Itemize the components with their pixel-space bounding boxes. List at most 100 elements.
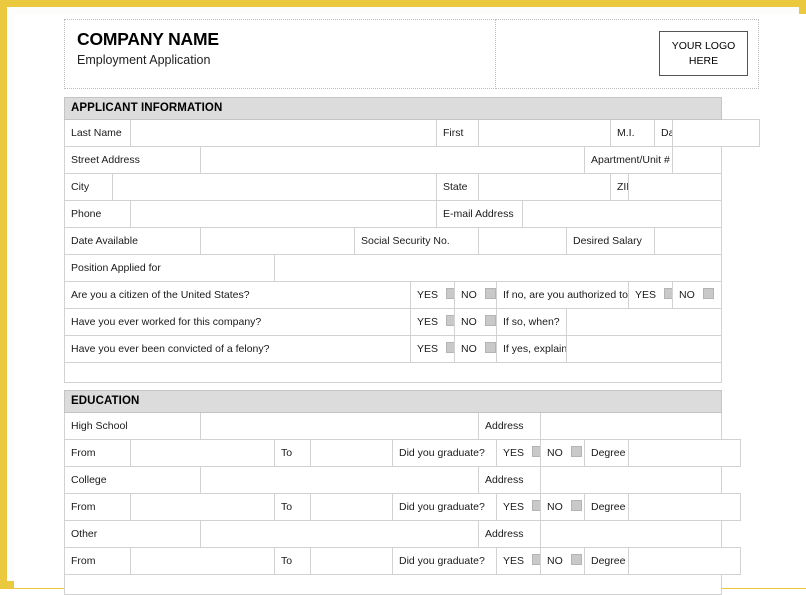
label-college-degree: Degree — [584, 492, 629, 521]
input-high-school-from[interactable] — [130, 438, 275, 467]
row-other-dates: From To Did you graduate? YES NO Degree — [64, 546, 760, 575]
header-logo-block: YOUR LOGO HERE — [495, 19, 759, 89]
work-authorization-yes-label: YES — [635, 289, 657, 301]
section-header-education: EDUCATION — [63, 389, 760, 413]
felony-no-label: NO — [461, 343, 477, 355]
checkbox-icon[interactable] — [570, 500, 582, 511]
row-question-felony: Have you ever been convicted of a felony… — [64, 334, 760, 363]
college-yes-label: YES — [503, 501, 525, 513]
input-high-school-to[interactable] — [310, 438, 393, 467]
input-state[interactable] — [478, 172, 611, 201]
input-city[interactable] — [112, 172, 437, 201]
checkbox-icon[interactable] — [532, 500, 540, 511]
label-street-address: Street Address — [64, 145, 201, 174]
row-question-citizenship: Are you a citizen of the United States? … — [64, 280, 760, 309]
input-other-from[interactable] — [130, 546, 275, 575]
input-if-so-when[interactable] — [565, 307, 723, 336]
label-high-school-graduate: Did you graduate? — [392, 438, 497, 467]
label-college-graduate: Did you graduate? — [392, 492, 497, 521]
row-high-school: High School Address — [64, 411, 760, 440]
label-other: Other — [64, 519, 201, 548]
form-grid: APPLICANT INFORMATION Last Name First M.… — [63, 89, 760, 595]
felony-no-option[interactable]: NO — [454, 334, 497, 363]
input-position-applied-for[interactable] — [273, 253, 723, 282]
row-college-dates: From To Did you graduate? YES NO Degree — [64, 492, 760, 521]
input-if-yes-explain[interactable] — [565, 334, 723, 363]
citizenship-yes-label: YES — [417, 289, 439, 301]
checkbox-icon[interactable] — [446, 288, 454, 299]
label-phone: Phone — [64, 199, 131, 228]
checkbox-icon[interactable] — [484, 342, 496, 353]
row-position-applied-for: Position Applied for — [64, 253, 760, 282]
worked-before-no-option[interactable]: NO — [454, 307, 497, 336]
label-high-school-address: Address — [478, 411, 541, 440]
row-availability-ssn-salary: Date Available Social Security No. Desir… — [64, 226, 760, 255]
input-college-degree[interactable] — [627, 492, 742, 521]
label-email-address: E-mail Address — [436, 199, 523, 228]
input-street-address[interactable] — [200, 145, 585, 174]
label-state: State — [436, 172, 479, 201]
label-college-address: Address — [478, 465, 541, 494]
label-other-from: From — [64, 546, 131, 575]
high-school-graduate-yes-option[interactable]: YES — [496, 438, 541, 467]
checkbox-icon[interactable] — [570, 446, 582, 457]
high-school-graduate-no-option[interactable]: NO — [540, 438, 585, 467]
logo-line-1: YOUR LOGO — [671, 40, 736, 53]
input-social-security-no[interactable] — [478, 226, 567, 255]
input-high-school-degree[interactable] — [627, 438, 742, 467]
checkbox-icon[interactable] — [484, 288, 496, 299]
input-college-to[interactable] — [310, 492, 393, 521]
input-zip[interactable] — [627, 172, 723, 201]
input-desired-salary[interactable] — [653, 226, 723, 255]
input-other-to[interactable] — [310, 546, 393, 575]
checkbox-icon[interactable] — [702, 288, 714, 299]
checkbox-icon[interactable] — [532, 554, 540, 565]
input-high-school-address[interactable] — [539, 411, 723, 440]
label-if-so-when: If so, when? — [496, 307, 567, 336]
work-authorization-no-option[interactable]: NO — [671, 280, 723, 309]
checkbox-icon[interactable] — [484, 315, 496, 326]
worked-before-yes-label: YES — [417, 316, 439, 328]
label-high-school-degree: Degree — [584, 438, 629, 467]
input-other-degree[interactable] — [627, 546, 742, 575]
input-college-name[interactable] — [200, 465, 479, 494]
citizenship-yes-option[interactable]: YES — [410, 280, 455, 309]
label-city: City — [64, 172, 113, 201]
other-graduate-yes-option[interactable]: YES — [496, 546, 541, 575]
input-date-available[interactable] — [200, 226, 355, 255]
input-other-address[interactable] — [539, 519, 723, 548]
label-date-available: Date Available — [64, 226, 201, 255]
input-phone[interactable] — [130, 199, 437, 228]
felony-yes-option[interactable]: YES — [410, 334, 455, 363]
citizenship-no-label: NO — [461, 289, 477, 301]
input-high-school-name[interactable] — [200, 411, 479, 440]
document-subtitle: Employment Application — [77, 53, 211, 68]
row-college: College Address — [64, 465, 760, 494]
checkbox-icon[interactable] — [570, 554, 582, 565]
input-last-name[interactable] — [130, 118, 437, 147]
citizenship-no-option[interactable]: NO — [454, 280, 497, 309]
input-email-address[interactable] — [521, 199, 723, 228]
input-first-name[interactable] — [478, 118, 611, 147]
high-school-no-label: NO — [547, 447, 563, 459]
work-authorization-yes-option[interactable]: YES — [628, 280, 673, 309]
label-social-security-no: Social Security No. — [354, 226, 479, 255]
label-desired-salary: Desired Salary — [566, 226, 655, 255]
label-high-school: High School — [64, 411, 201, 440]
checkbox-icon[interactable] — [664, 288, 672, 299]
checkbox-icon[interactable] — [446, 315, 454, 326]
input-date[interactable] — [672, 118, 760, 147]
input-apartment-unit[interactable] — [671, 145, 723, 174]
worked-before-yes-option[interactable]: YES — [410, 307, 455, 336]
checkbox-icon[interactable] — [532, 446, 540, 457]
checkbox-icon[interactable] — [446, 342, 454, 353]
input-college-from[interactable] — [130, 492, 275, 521]
input-college-address[interactable] — [539, 465, 723, 494]
row-other: Other Address — [64, 519, 760, 548]
college-graduate-no-option[interactable]: NO — [540, 492, 585, 521]
label-if-yes-explain: If yes, explain — [496, 334, 567, 363]
label-other-address: Address — [478, 519, 541, 548]
college-graduate-yes-option[interactable]: YES — [496, 492, 541, 521]
input-other-name[interactable] — [200, 519, 479, 548]
other-graduate-no-option[interactable]: NO — [540, 546, 585, 575]
